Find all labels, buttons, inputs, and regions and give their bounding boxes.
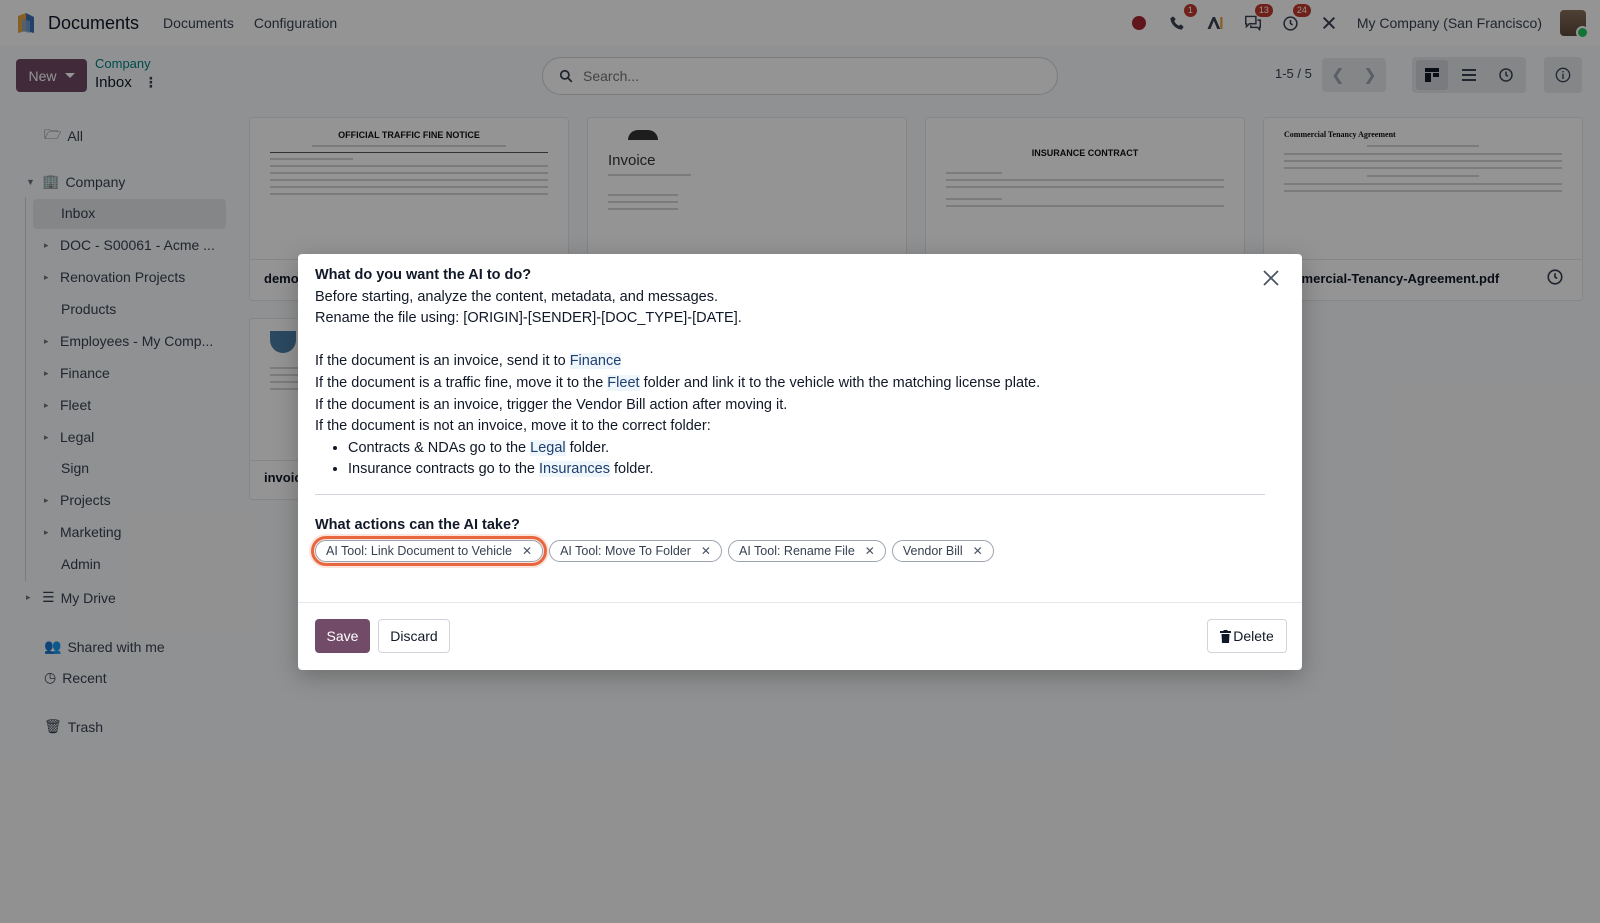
remove-tag-icon[interactable]: ✕: [701, 544, 711, 558]
save-button[interactable]: Save: [315, 619, 370, 653]
prompt-line: Rename the file using: [ORIGIN]-[SENDER]…: [315, 310, 742, 327]
tag-label: AI Tool: Link Document to Vehicle: [326, 544, 512, 558]
folder-link-legal[interactable]: Legal: [530, 439, 566, 456]
remove-tag-icon[interactable]: ✕: [522, 544, 532, 558]
prompt-heading: What do you want the AI to do?: [315, 267, 532, 283]
rule-traffic-fine: If the document is a traffic fine, move …: [315, 373, 1275, 395]
rule-text: folder.: [565, 439, 610, 456]
rule-text: folder.: [609, 461, 654, 478]
ai-prompt-editor[interactable]: What do you want the AI to do? Before st…: [315, 265, 1275, 481]
rule-bullets: Contracts & NDAs go to the Legal folder.…: [315, 438, 1275, 481]
remove-tag-icon[interactable]: ✕: [865, 544, 875, 558]
tag-label: Vendor Bill: [902, 544, 963, 558]
tag-vendor-bill[interactable]: Vendor Bill ✕: [891, 540, 994, 562]
tag-link-document-to-vehicle[interactable]: AI Tool: Link Document to Vehicle ✕: [310, 536, 548, 566]
ai-instructions-dialog: What do you want the AI to do? Before st…: [298, 254, 1302, 670]
rule-text: If the document is a traffic fine, move …: [315, 374, 608, 391]
delete-label: Delete: [1233, 628, 1274, 644]
remove-tag-icon[interactable]: ✕: [973, 544, 983, 558]
tag-move-to-folder[interactable]: AI Tool: Move To Folder ✕: [549, 540, 722, 562]
rule-text: If the document is an invoice, send it t…: [315, 353, 570, 370]
rule-text: Insurance contracts go to the: [348, 461, 540, 478]
rule-vendor-bill: If the document is an invoice, trigger t…: [315, 396, 788, 413]
tag-label: AI Tool: Move To Folder: [560, 544, 691, 558]
folder-link-fleet[interactable]: Fleet: [607, 374, 640, 391]
rule-text: folder and link it to the vehicle with t…: [639, 374, 1041, 391]
prompt-line: Before starting, analyze the content, me…: [315, 288, 719, 305]
trash-icon: [1220, 629, 1232, 643]
prompt-blank-line: [315, 330, 1275, 352]
footer-divider: [298, 602, 1302, 603]
tag-label: AI Tool: Rename File: [738, 544, 855, 558]
ai-actions-tags[interactable]: AI Tool: Link Document to Vehicle ✕ AI To…: [310, 536, 994, 566]
rule-invoice: If the document is an invoice, send it t…: [315, 351, 1275, 373]
rule-bullet-insurances: Insurance contracts go to the Insurances…: [348, 459, 1275, 481]
actions-heading: What actions can the AI take?: [315, 517, 520, 533]
rule-text: Contracts & NDAs go to the: [348, 439, 531, 456]
rule-other: If the document is not an invoice, move …: [315, 418, 711, 435]
rule-bullet-legal: Contracts & NDAs go to the Legal folder.: [348, 438, 1275, 460]
folder-link-finance[interactable]: Finance: [569, 353, 622, 370]
delete-button[interactable]: Delete: [1207, 619, 1287, 653]
folder-link-insurances[interactable]: Insurances: [539, 461, 610, 478]
discard-button[interactable]: Discard: [378, 619, 450, 653]
tag-rename-file[interactable]: AI Tool: Rename File ✕: [727, 540, 886, 562]
section-divider: [315, 494, 1265, 495]
